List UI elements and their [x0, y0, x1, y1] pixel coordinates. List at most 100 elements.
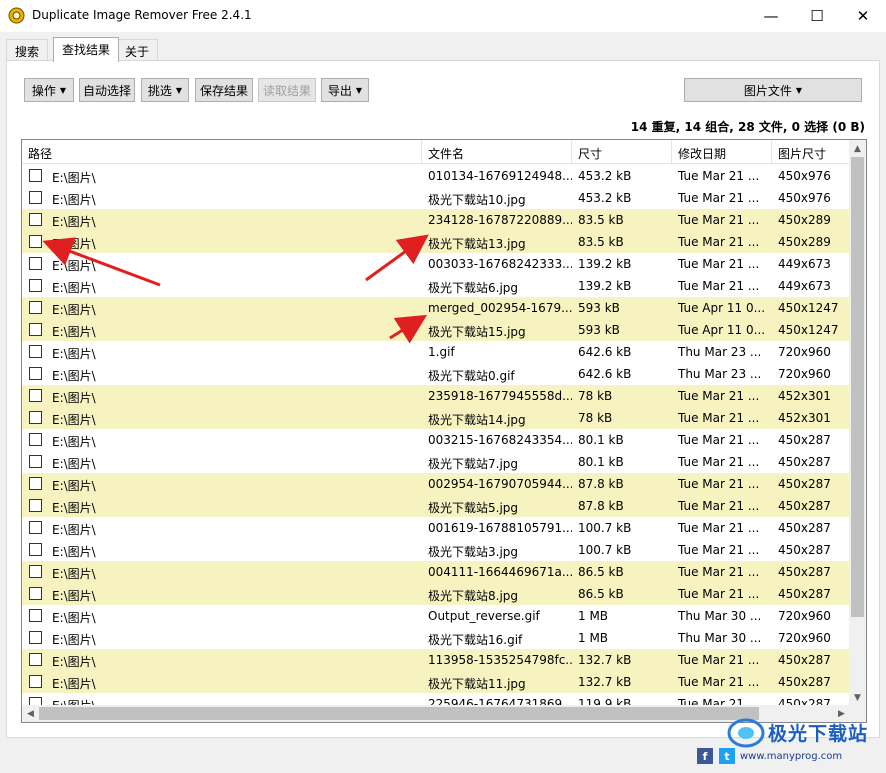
cell-filename: 极光下载站6.jpg: [428, 281, 519, 295]
results-grid[interactable]: 路径 文件名 尺寸 修改日期 图片尺寸 E:\图片\ 010134-1676912…: [21, 139, 867, 723]
cell-dimensions: 720x960: [778, 631, 831, 645]
tab-about[interactable]: 关于: [116, 39, 159, 61]
column-header-filename[interactable]: 文件名: [422, 140, 572, 164]
scroll-left-icon[interactable]: ◀: [22, 705, 39, 722]
filter-button[interactable]: 挑选 ▼: [141, 78, 189, 102]
cell-modified: Tue Mar 21 ...: [678, 455, 760, 469]
table-row[interactable]: E:\图片\ merged_002954-1679... 593 kB Tue Apr…: [22, 297, 850, 319]
read-results-button[interactable]: 读取结果: [258, 78, 316, 102]
table-row[interactable]: E:\图片\ 极光下载站11.jpg 132.7 kB Tue Mar 21 ... 4…: [22, 671, 850, 693]
table-row[interactable]: E:\图片\ 113958-1535254798fc... 132.7 kB Tue …: [22, 649, 850, 671]
scroll-down-icon[interactable]: ▼: [849, 689, 866, 706]
row-checkbox[interactable]: [29, 345, 42, 358]
close-button[interactable]: ✕: [840, 0, 886, 32]
scroll-up-icon[interactable]: ▲: [849, 140, 866, 157]
image-files-dropdown[interactable]: 图片文件 ▼: [684, 78, 862, 102]
cell-size: 642.6 kB: [578, 345, 632, 359]
table-row[interactable]: E:\图片\ 极光下载站6.jpg 139.2 kB Tue Mar 21 ... 44…: [22, 275, 850, 297]
row-checkbox[interactable]: [29, 257, 42, 270]
auto-select-button[interactable]: 自动选择: [79, 78, 135, 102]
table-row[interactable]: E:\图片\ 极光下载站16.gif 1 MB Thu Mar 30 ... 720x9…: [22, 627, 850, 649]
tab-results[interactable]: 查找结果: [53, 37, 120, 62]
caret-down-icon: ▼: [59, 85, 67, 95]
cell-size: 642.6 kB: [578, 367, 632, 381]
minimize-button[interactable]: —: [748, 0, 794, 32]
row-checkbox[interactable]: [29, 543, 42, 556]
row-checkbox[interactable]: [29, 301, 42, 314]
vertical-scrollbar[interactable]: ▲ ▼: [849, 140, 866, 706]
row-checkbox[interactable]: [29, 279, 42, 292]
row-checkbox[interactable]: [29, 565, 42, 578]
cell-filename: 001619-16788105791...: [428, 521, 572, 535]
cell-dimensions: 720x960: [778, 345, 831, 359]
row-checkbox[interactable]: [29, 213, 42, 226]
table-row[interactable]: E:\图片\ 极光下载站14.jpg 78 kB Tue Mar 21 ... 452x…: [22, 407, 850, 429]
row-checkbox[interactable]: [29, 411, 42, 424]
cell-modified: Tue Mar 21 ...: [678, 675, 760, 689]
table-row[interactable]: E:\图片\ 003033-16768242333... 139.2 kB Tue M…: [22, 253, 850, 275]
row-checkbox[interactable]: [29, 235, 42, 248]
table-row[interactable]: E:\图片\ 极光下载站10.jpg 453.2 kB Tue Mar 21 ... 4…: [22, 187, 850, 209]
cell-filename: 极光下载站15.jpg: [428, 325, 526, 339]
column-header-modified[interactable]: 修改日期: [672, 140, 772, 164]
cell-path: E:\图片\: [52, 413, 96, 427]
cell-modified: Tue Mar 21 ...: [678, 191, 760, 205]
operate-button[interactable]: 操作 ▼: [24, 78, 74, 102]
cell-filename: 010134-16769124948...: [428, 169, 572, 183]
row-checkbox[interactable]: [29, 609, 42, 622]
table-row[interactable]: E:\图片\ 极光下载站7.jpg 80.1 kB Tue Mar 21 ... 450…: [22, 451, 850, 473]
cell-size: 100.7 kB: [578, 521, 632, 535]
table-row[interactable]: E:\图片\ 002954-16790705944... 87.8 kB Tue Ma…: [22, 473, 850, 495]
row-checkbox[interactable]: [29, 653, 42, 666]
row-checkbox[interactable]: [29, 433, 42, 446]
row-checkbox[interactable]: [29, 521, 42, 534]
column-header-size[interactable]: 尺寸: [572, 140, 672, 164]
cell-modified: Tue Mar 21 ...: [678, 169, 760, 183]
row-checkbox[interactable]: [29, 191, 42, 204]
cell-size: 100.7 kB: [578, 543, 632, 557]
save-results-button[interactable]: 保存结果: [195, 78, 253, 102]
table-row[interactable]: E:\图片\ 极光下载站3.jpg 100.7 kB Tue Mar 21 ... 45…: [22, 539, 850, 561]
maximize-button[interactable]: ☐: [794, 0, 840, 32]
cell-dimensions: 449x673: [778, 279, 831, 293]
row-checkbox[interactable]: [29, 367, 42, 380]
row-checkbox[interactable]: [29, 499, 42, 512]
row-checkbox[interactable]: [29, 675, 42, 688]
cell-dimensions: 449x673: [778, 257, 831, 271]
column-header-dimensions[interactable]: 图片尺寸: [772, 140, 850, 164]
table-row[interactable]: E:\图片\ 极光下载站8.jpg 86.5 kB Tue Mar 21 ... 450…: [22, 583, 850, 605]
export-button[interactable]: 导出 ▼: [321, 78, 369, 102]
table-row[interactable]: E:\图片\ 极光下载站5.jpg 87.8 kB Tue Mar 21 ... 450…: [22, 495, 850, 517]
row-checkbox[interactable]: [29, 389, 42, 402]
table-row[interactable]: E:\图片\ 001619-16788105791... 100.7 kB Tue M…: [22, 517, 850, 539]
table-row[interactable]: E:\图片\ Output_reverse.gif 1 MB Thu Mar 30 .…: [22, 605, 850, 627]
table-row[interactable]: E:\图片\ 010134-16769124948... 453.2 kB Tue M…: [22, 165, 850, 187]
column-header-path[interactable]: 路径: [22, 140, 422, 164]
row-checkbox[interactable]: [29, 169, 42, 182]
cell-filename: 003033-16768242333...: [428, 257, 572, 271]
facebook-icon[interactable]: f: [697, 748, 713, 764]
table-row[interactable]: E:\图片\ 极光下载站0.gif 642.6 kB Thu Mar 23 ... 72…: [22, 363, 850, 385]
row-checkbox[interactable]: [29, 631, 42, 644]
cell-filename: 极光下载站5.jpg: [428, 501, 519, 515]
table-row[interactable]: E:\图片\ 234128-16787220889... 83.5 kB Tue Ma…: [22, 209, 850, 231]
row-checkbox[interactable]: [29, 587, 42, 600]
table-row[interactable]: E:\图片\ 235918-1677945558d... 78 kB Tue Mar …: [22, 385, 850, 407]
horizontal-scroll-thumb[interactable]: [39, 707, 759, 720]
row-checkbox[interactable]: [29, 477, 42, 490]
table-row[interactable]: E:\图片\ 004111-1664469671a... 86.5 kB Tue Ma…: [22, 561, 850, 583]
table-row[interactable]: E:\图片\ 极光下载站13.jpg 83.5 kB Tue Mar 21 ... 45…: [22, 231, 850, 253]
watermark-logo-icon: [727, 718, 765, 748]
cell-modified: Tue Mar 21 ...: [678, 433, 760, 447]
table-row[interactable]: E:\图片\ 1.gif 642.6 kB Thu Mar 23 ... 720x960: [22, 341, 850, 363]
row-checkbox[interactable]: [29, 323, 42, 336]
cell-filename: 极光下载站16.gif: [428, 633, 523, 647]
cell-modified: Tue Mar 21 ...: [678, 543, 760, 557]
table-row[interactable]: E:\图片\ 003215-16768243354... 80.1 kB Tue Ma…: [22, 429, 850, 451]
tab-search[interactable]: 搜索: [6, 39, 49, 61]
vertical-scroll-thumb[interactable]: [851, 157, 864, 617]
row-checkbox[interactable]: [29, 455, 42, 468]
site-link[interactable]: www.manyprog.com: [740, 751, 842, 762]
table-row[interactable]: E:\图片\ 极光下载站15.jpg 593 kB Tue Apr 11 0... 45…: [22, 319, 850, 341]
cell-size: 83.5 kB: [578, 213, 624, 227]
